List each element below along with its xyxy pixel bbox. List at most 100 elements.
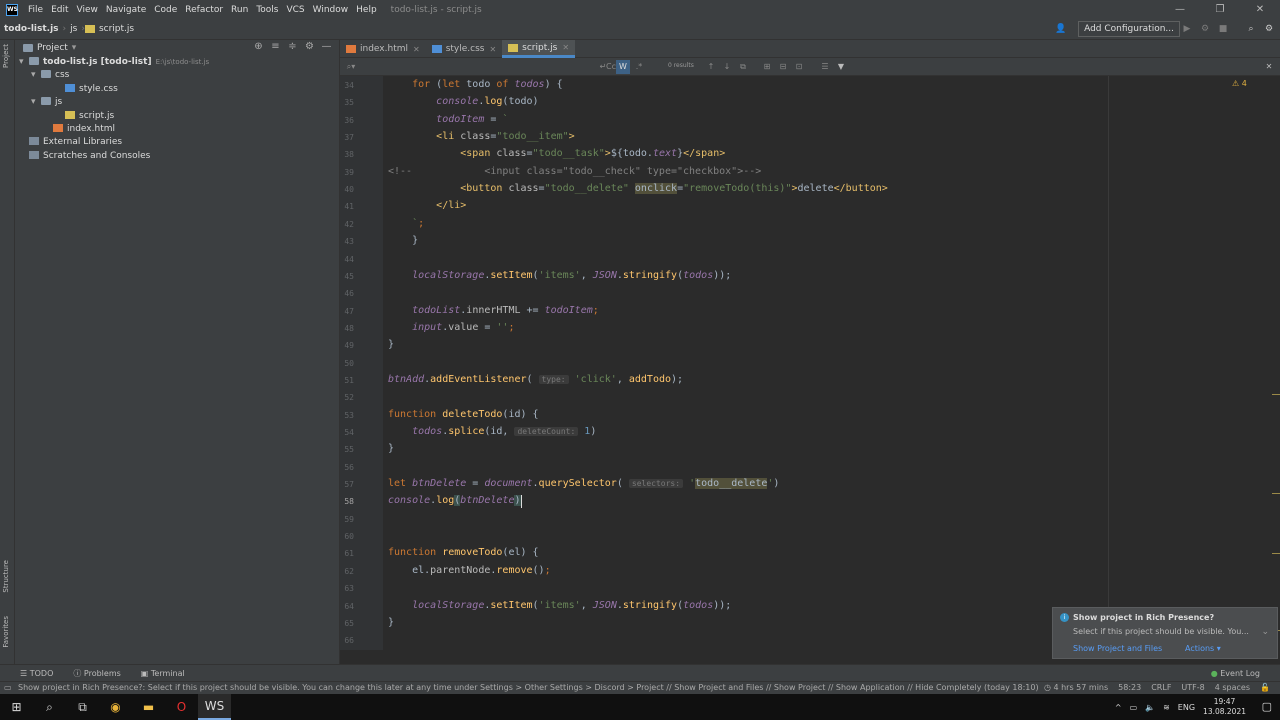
tree-item[interactable]: ▾ css: [31, 69, 69, 82]
tree-item[interactable]: script.js: [55, 110, 114, 123]
terminal-tool-button[interactable]: ▣ Terminal: [141, 669, 185, 678]
add-configuration-button[interactable]: Add Configuration...: [1078, 21, 1180, 37]
code-line[interactable]: <!-- <input class="todo__check" type="ch…: [388, 166, 761, 177]
menu-tools[interactable]: Tools: [252, 5, 282, 15]
minimize-icon[interactable]: —: [1160, 0, 1200, 19]
code-line[interactable]: todos.splice(id, deleteCount: 1): [388, 426, 596, 437]
editor-scrollbar[interactable]: [1276, 76, 1280, 650]
todo-tool-button[interactable]: ☰ TODO: [20, 669, 53, 678]
actions-dropdown[interactable]: Actions ▾: [1185, 644, 1221, 653]
tab-index-html[interactable]: index.html ✕: [340, 40, 426, 58]
warnings-indicator[interactable]: ⚠ 4: [1232, 79, 1247, 88]
restore-icon[interactable]: ❐: [1200, 0, 1240, 19]
lock-icon[interactable]: 🔓: [1260, 682, 1270, 694]
close-icon[interactable]: ✕: [1262, 60, 1276, 74]
tab-style-css[interactable]: style.css ✕: [426, 40, 502, 58]
volume-icon[interactable]: 🔈: [1145, 703, 1155, 712]
code-line[interactable]: function removeTodo(el) {: [388, 547, 539, 558]
file-explorer-icon[interactable]: ▬: [132, 694, 165, 720]
code-line[interactable]: let btnDelete = document.querySelector( …: [388, 478, 779, 490]
tree-item[interactable]: ▾ js: [31, 96, 62, 109]
menu-vcs[interactable]: VCS: [282, 5, 308, 15]
chrome-icon[interactable]: ◉: [99, 694, 132, 720]
tree-item[interactable]: Scratches and Consoles: [19, 150, 150, 163]
prev-occurrence-icon[interactable]: ↑: [704, 60, 718, 74]
tree-item[interactable]: ▾ todo-list.js [todo-list] E:\js\todo-list…: [19, 56, 209, 69]
menu-refactor[interactable]: Refactor: [181, 5, 227, 15]
code-line[interactable]: <li class="todo__item">: [388, 131, 575, 142]
next-occurrence-icon[interactable]: ↓: [720, 60, 734, 74]
code-line[interactable]: }: [388, 339, 394, 350]
file-encoding[interactable]: UTF-8: [1181, 682, 1204, 694]
close-tab-icon[interactable]: ✕: [489, 45, 496, 54]
event-log-button[interactable]: ● Event Log: [1211, 669, 1260, 678]
menu-run[interactable]: Run: [227, 5, 252, 15]
menu-code[interactable]: Code: [150, 5, 181, 15]
breadcrumb-project[interactable]: todo-list.js: [0, 24, 63, 34]
code-line[interactable]: input.value = '';: [388, 322, 514, 333]
regex-icon[interactable]: .*: [632, 60, 646, 74]
settings-icon[interactable]: ⚙: [1262, 22, 1276, 36]
search-icon[interactable]: ⌕: [1244, 22, 1258, 36]
chevron-down-icon[interactable]: ▾: [72, 43, 77, 53]
code-line[interactable]: for (let todo of todos) {: [388, 79, 563, 90]
code-line[interactable]: btnAdd.addEventListener( type: 'click', …: [388, 374, 683, 385]
filter-icon[interactable]: ▼: [834, 60, 848, 74]
code-line[interactable]: }: [388, 443, 394, 454]
tray-expand-icon[interactable]: ^: [1115, 703, 1122, 712]
close-tab-icon[interactable]: ✕: [413, 45, 420, 54]
problems-tool-button[interactable]: ⓘ Problems: [73, 668, 120, 679]
menu-view[interactable]: View: [73, 5, 102, 15]
run-icon[interactable]: ▶: [1180, 22, 1194, 36]
tree-item[interactable]: style.css: [55, 83, 118, 96]
breadcrumb-folder[interactable]: js: [66, 24, 81, 34]
code-line[interactable]: <button class="todo__delete" onclick="re…: [388, 183, 888, 195]
menu-help[interactable]: Help: [352, 5, 381, 15]
select-all-occurrences-icon[interactable]: ⧉: [736, 60, 750, 74]
code-line[interactable]: el.parentNode.remove();: [388, 565, 551, 576]
favorites-tool-tab[interactable]: Favorites: [2, 616, 10, 648]
tab-script-js[interactable]: script.js ✕: [502, 40, 576, 58]
words-button[interactable]: W: [616, 60, 630, 74]
task-view-icon[interactable]: ⧉: [66, 694, 99, 720]
select-all-icon[interactable]: ⊡: [792, 60, 806, 74]
debug-icon[interactable]: ⚙: [1198, 22, 1212, 36]
search-icon[interactable]: ⌕: [33, 694, 66, 720]
code-line[interactable]: }: [388, 235, 418, 246]
time-spent[interactable]: ◷ 4 hrs 57 mins: [1044, 682, 1108, 694]
code-line[interactable]: }: [388, 617, 394, 628]
opera-icon[interactable]: O: [165, 694, 198, 720]
network-icon[interactable]: ▭: [1130, 703, 1138, 712]
chevron-down-icon[interactable]: ▾: [31, 69, 41, 82]
settings-list-icon[interactable]: ☰: [818, 60, 832, 74]
menu-window[interactable]: Window: [309, 5, 353, 15]
code-line[interactable]: todoList.innerHTML += todoItem;: [388, 305, 599, 316]
expand-icon[interactable]: ⌄: [1261, 627, 1269, 637]
wifi-icon[interactable]: ≋: [1163, 703, 1170, 712]
collapse-all-icon[interactable]: ≑: [284, 41, 301, 52]
chevron-down-icon[interactable]: ▾: [19, 56, 29, 69]
code-line[interactable]: localStorage.setItem('items', JSON.strin…: [388, 600, 731, 611]
code-line[interactable]: function deleteTodo(id) {: [388, 409, 539, 420]
add-selection-icon[interactable]: ⊞: [760, 60, 774, 74]
structure-tool-tab[interactable]: Structure: [2, 560, 10, 593]
project-tool-tab[interactable]: Project: [2, 44, 10, 68]
code-editor[interactable]: for (let todo of todos) { console.log(to…: [383, 76, 1276, 650]
code-line[interactable]: todoItem = `: [388, 114, 508, 125]
close-tab-icon[interactable]: ✕: [562, 43, 569, 52]
stop-icon[interactable]: ■: [1216, 22, 1230, 36]
status-toggle-icon[interactable]: ▭: [4, 682, 12, 694]
windows-start-icon[interactable]: ⊞: [0, 694, 33, 720]
code-line[interactable]: localStorage.setItem('items', JSON.strin…: [388, 270, 731, 281]
language-indicator[interactable]: ENG: [1178, 703, 1195, 712]
code-line[interactable]: <span class="todo__task">${todo.text}</s…: [388, 148, 725, 159]
menu-file[interactable]: File: [24, 5, 47, 15]
webstorm-taskbar-icon[interactable]: WS: [198, 694, 231, 720]
project-panel-title[interactable]: Project: [37, 43, 68, 53]
code-line[interactable]: console.log(todo): [388, 96, 538, 107]
hide-icon[interactable]: —: [318, 41, 335, 52]
code-line[interactable]: `;: [388, 218, 424, 229]
chevron-down-icon[interactable]: ▾: [31, 96, 41, 109]
menu-navigate[interactable]: Navigate: [102, 5, 150, 15]
locate-icon[interactable]: ⊕: [250, 41, 267, 52]
